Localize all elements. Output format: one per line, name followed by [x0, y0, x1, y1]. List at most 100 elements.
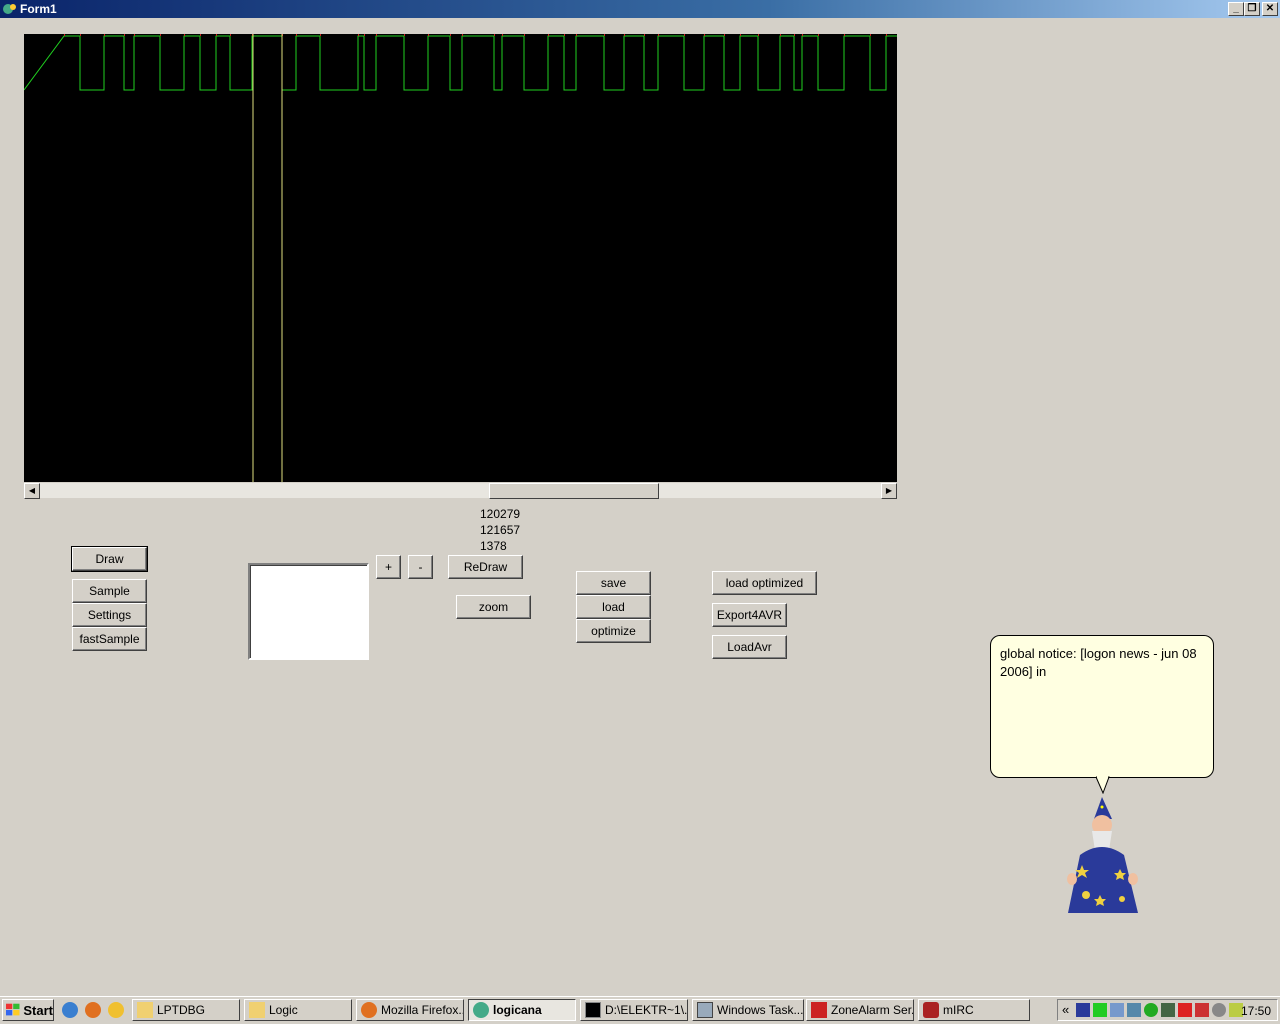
- edge-marker: [548, 34, 549, 36]
- edge-marker: [704, 34, 705, 36]
- disk-tray-icon[interactable]: [1212, 1003, 1226, 1017]
- scroll-thumb[interactable]: [489, 483, 659, 499]
- zoom-in-button[interactable]: +: [376, 555, 401, 579]
- restore-button[interactable]: ❐: [1244, 2, 1260, 16]
- zoom-button[interactable]: zoom: [456, 595, 531, 619]
- meter-tray-icon[interactable]: [1161, 1003, 1175, 1017]
- task-logic[interactable]: Logic: [244, 999, 352, 1021]
- settings-button[interactable]: Settings: [72, 603, 147, 627]
- edge-marker: [604, 34, 605, 36]
- channel-listbox[interactable]: [248, 563, 369, 660]
- edge-marker: [404, 34, 405, 36]
- windows-logo-icon: [6, 1003, 20, 1016]
- sample-button[interactable]: Sample: [72, 579, 147, 603]
- tray-chevron-icon[interactable]: «: [1062, 1002, 1069, 1017]
- edge-marker: [124, 34, 125, 36]
- edge-marker: [364, 34, 365, 36]
- close-button[interactable]: ✕: [1262, 2, 1278, 16]
- app-icon: [3, 4, 16, 14]
- load-optimized-button[interactable]: load optimized: [712, 571, 817, 595]
- task-taskmanager[interactable]: Windows Task...: [692, 999, 804, 1021]
- network-tray-icon[interactable]: [1093, 1003, 1107, 1017]
- task-zonealarm[interactable]: ZoneAlarm Ser...: [806, 999, 914, 1021]
- edge-marker: [184, 34, 185, 36]
- zoom-out-button[interactable]: -: [408, 555, 433, 579]
- optimize-button[interactable]: optimize: [576, 619, 651, 643]
- task-lptdbg[interactable]: LPTDBG: [132, 999, 240, 1021]
- readout-diff: 1378: [480, 539, 507, 553]
- channel-trace: [24, 35, 897, 91]
- firefox-quicklaunch-icon[interactable]: [85, 1002, 101, 1018]
- start-button[interactable]: Start: [2, 999, 54, 1021]
- loadavr-button[interactable]: LoadAvr: [712, 635, 787, 659]
- task-mirc[interactable]: mIRC: [918, 999, 1030, 1021]
- edge-marker: [296, 34, 297, 36]
- waveform-display[interactable]: [24, 34, 897, 482]
- edge-marker: [870, 34, 871, 36]
- minimize-button[interactable]: _: [1228, 2, 1244, 16]
- edge-marker: [684, 34, 685, 36]
- gear-tray-icon[interactable]: [1144, 1003, 1158, 1017]
- edge-marker: [802, 34, 803, 36]
- edge-marker: [564, 34, 565, 36]
- edge-marker: [524, 34, 525, 36]
- task-logicana[interactable]: logicana: [468, 999, 576, 1021]
- display-tray-icon[interactable]: [1127, 1003, 1141, 1017]
- edge-marker: [358, 34, 359, 36]
- edge-marker: [494, 34, 495, 36]
- task-label: D:\ELEKTR~1\...: [605, 1003, 688, 1017]
- fastsample-button[interactable]: fastSample: [72, 627, 147, 651]
- edge-marker: [844, 34, 845, 36]
- scroll-left-arrow-icon[interactable]: ◀: [24, 483, 40, 499]
- task-firefox[interactable]: Mozilla Firefox...: [356, 999, 464, 1021]
- ie-quicklaunch-icon[interactable]: [62, 1002, 78, 1018]
- edge-marker: [658, 34, 659, 36]
- folder-icon: [249, 1002, 265, 1018]
- readout-start: 120279: [480, 507, 521, 521]
- edge-marker: [104, 34, 105, 36]
- system-tray: « 17:50: [1057, 999, 1278, 1021]
- console-icon: [585, 1002, 601, 1018]
- task-label: Mozilla Firefox...: [381, 1003, 464, 1017]
- task-label: ZoneAlarm Ser...: [831, 1003, 914, 1017]
- save-button[interactable]: save: [576, 571, 651, 595]
- edge-marker: [64, 34, 65, 36]
- edge-marker: [780, 34, 781, 36]
- edge-marker: [758, 34, 759, 36]
- monitor-tray-icon[interactable]: [1110, 1003, 1124, 1017]
- edge-marker: [794, 34, 795, 36]
- merlin-wizard-icon[interactable]: [1060, 795, 1145, 920]
- edge-marker: [134, 34, 135, 36]
- wizard-tray-icon[interactable]: [1076, 1003, 1090, 1017]
- readout-end: 121657: [480, 523, 521, 537]
- scroll-right-arrow-icon[interactable]: ▶: [881, 483, 897, 499]
- edge-marker: [462, 34, 463, 36]
- redraw-button[interactable]: ReDraw: [448, 555, 523, 579]
- mediaplayer-quicklaunch-icon[interactable]: [108, 1002, 124, 1018]
- edge-marker: [80, 34, 81, 36]
- load-button[interactable]: load: [576, 595, 651, 619]
- waveform-scrollbar[interactable]: ◀ ▶: [24, 482, 897, 499]
- export4avr-button[interactable]: Export4AVR: [712, 603, 787, 627]
- edge-marker: [376, 34, 377, 36]
- draw-button[interactable]: Draw: [71, 546, 148, 572]
- edge-marker: [818, 34, 819, 36]
- edge-marker: [724, 34, 725, 36]
- app-icon: [473, 1002, 489, 1018]
- waveform-trace: [24, 34, 897, 482]
- edge-marker: [450, 34, 451, 36]
- zonealarm-tray-icon[interactable]: [1178, 1003, 1192, 1017]
- edge-marker: [740, 34, 741, 36]
- firefox-icon: [361, 1002, 377, 1018]
- edge-marker: [320, 34, 321, 36]
- assistant-balloon[interactable]: global notice: [logon news - jun 08 2006…: [990, 635, 1214, 778]
- arrow-tray-icon[interactable]: [1195, 1003, 1209, 1017]
- task-label: mIRC: [943, 1003, 974, 1017]
- balloon-text: global notice: [logon news - jun 08 2006…: [1000, 646, 1197, 679]
- edge-marker: [428, 34, 429, 36]
- task-console[interactable]: D:\ELEKTR~1\...: [580, 999, 688, 1021]
- folder-icon: [137, 1002, 153, 1018]
- edge-marker: [502, 34, 503, 36]
- zonealarm-icon: [811, 1002, 827, 1018]
- edge-marker: [230, 34, 231, 36]
